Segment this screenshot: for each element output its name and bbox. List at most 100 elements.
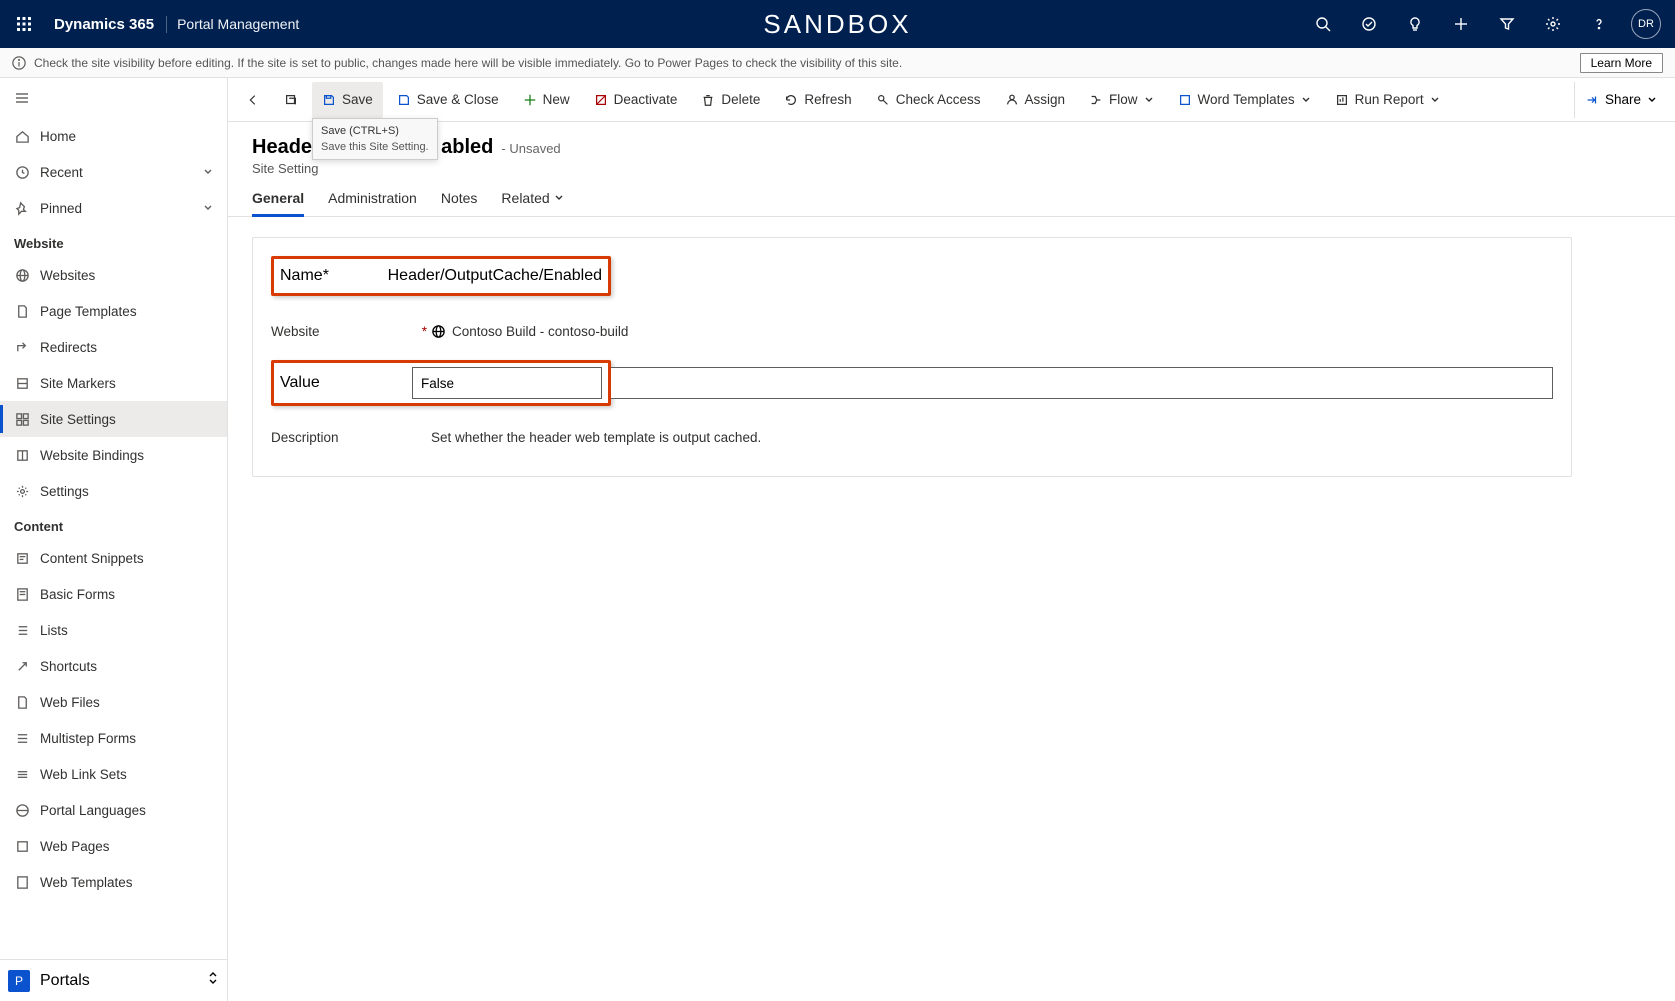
grid-icon [15, 412, 30, 427]
notification-text: Check the site visibility before editing… [34, 56, 902, 70]
multistep-icon [15, 731, 30, 746]
word-icon [1178, 93, 1192, 107]
language-icon [15, 803, 30, 818]
delete-button[interactable]: Delete [691, 82, 770, 118]
sidebar-item-home[interactable]: Home [0, 118, 227, 154]
check-access-button[interactable]: Check Access [866, 82, 991, 118]
learn-more-button[interactable]: Learn More [1580, 53, 1663, 73]
add-button[interactable] [1439, 0, 1483, 48]
sidebar-item-settings[interactable]: Settings [0, 473, 227, 509]
help-button[interactable] [1577, 0, 1621, 48]
tab-notes[interactable]: Notes [441, 190, 478, 216]
sidebar-item-portal-languages[interactable]: Portal Languages [0, 792, 227, 828]
sidebar-item-label: Shortcuts [40, 659, 97, 674]
field-value-name[interactable]: Header/OutputCache/Enabled [388, 263, 602, 289]
sidebar-item-web-files[interactable]: Web Files [0, 684, 227, 720]
shortcut-icon [15, 659, 30, 674]
chevron-down-icon [554, 193, 564, 203]
flow-button[interactable]: Flow [1079, 82, 1164, 118]
deactivate-button[interactable]: Deactivate [584, 82, 688, 118]
back-arrow-icon [246, 93, 260, 107]
main-area: Save Save (CTRL+S) Save this Site Settin… [228, 78, 1675, 1001]
hamburger-icon [14, 90, 30, 106]
new-button[interactable]: New [513, 82, 580, 118]
sidebar-item-multistep-forms[interactable]: Multistep Forms [0, 720, 227, 756]
field-label-value: Value [280, 374, 320, 391]
chevron-down-icon [1301, 95, 1311, 105]
row-value: Value [271, 360, 1553, 406]
assign-button[interactable]: Assign [995, 82, 1076, 118]
sidebar-item-label: Pinned [40, 201, 82, 216]
lightbulb-icon [1407, 16, 1423, 32]
sidebar-item-web-pages[interactable]: Web Pages [0, 828, 227, 864]
brand-label[interactable]: Dynamics 365 [42, 16, 167, 33]
open-new-window-button[interactable] [274, 82, 308, 118]
record-header: Header/Ou abled - Unsaved Site Setting [228, 122, 1675, 176]
cmd-label: Deactivate [614, 92, 678, 107]
word-templates-button[interactable]: Word Templates [1168, 82, 1321, 118]
field-label-name: Name [280, 267, 323, 284]
tooltip-title: Save (CTRL+S) [321, 125, 429, 137]
sidebar-item-label: Basic Forms [40, 587, 115, 602]
tab-general[interactable]: General [252, 190, 304, 216]
gear-icon [1545, 16, 1561, 32]
command-bar: Save Save (CTRL+S) Save this Site Settin… [228, 78, 1675, 122]
search-button[interactable] [1301, 0, 1345, 48]
sidebar-item-recent[interactable]: Recent [0, 154, 227, 190]
save-close-button[interactable]: Save & Close [387, 82, 509, 118]
sidebar-item-lists[interactable]: Lists [0, 612, 227, 648]
app-switcher[interactable]: P Portals [0, 959, 227, 1001]
sidebar-item-websites[interactable]: Websites [0, 257, 227, 293]
chevron-down-icon [203, 203, 213, 213]
task-button[interactable] [1347, 0, 1391, 48]
field-value-website[interactable]: Contoso Build - contoso-build [452, 324, 628, 339]
sidebar-item-label: Web Pages [40, 839, 110, 854]
sidebar-item-website-bindings[interactable]: Website Bindings [0, 437, 227, 473]
sidebar-item-pinned[interactable]: Pinned [0, 190, 227, 226]
sidebar-item-web-link-sets[interactable]: Web Link Sets [0, 756, 227, 792]
app-switch-label: Portals [40, 972, 90, 990]
nav-toggle[interactable] [0, 78, 227, 118]
sidebar-item-site-markers[interactable]: Site Markers [0, 365, 227, 401]
sidebar-item-web-templates[interactable]: Web Templates [0, 864, 227, 900]
sidebar-item-shortcuts[interactable]: Shortcuts [0, 648, 227, 684]
field-value-description[interactable]: Set whether the header web template is o… [431, 430, 761, 445]
sidebar-group-content: Content [0, 509, 227, 540]
chevron-down-icon [203, 167, 213, 177]
chevron-down-icon [1430, 95, 1440, 105]
snippet-icon [15, 551, 30, 566]
user-avatar[interactable]: DR [1631, 9, 1661, 39]
back-button[interactable] [236, 82, 270, 118]
app-switch-badge: P [8, 970, 30, 992]
sidebar-item-page-templates[interactable]: Page Templates [0, 293, 227, 329]
share-button[interactable]: Share [1574, 82, 1667, 118]
app-launcher-button[interactable] [6, 6, 42, 42]
flow-icon [1089, 93, 1103, 107]
field-input-value-extended[interactable] [611, 367, 1553, 399]
sidebar-item-label: Page Templates [40, 304, 137, 319]
refresh-button[interactable]: Refresh [774, 82, 861, 118]
run-report-button[interactable]: Run Report [1325, 82, 1450, 118]
sidebar-item-redirects[interactable]: Redirects [0, 329, 227, 365]
sidebar-item-content-snippets[interactable]: Content Snippets [0, 540, 227, 576]
cmd-label: Save & Close [417, 92, 499, 107]
ideas-button[interactable] [1393, 0, 1437, 48]
clock-icon [15, 165, 30, 180]
sidebar-item-label: Portal Languages [40, 803, 146, 818]
plus-icon [523, 93, 537, 107]
report-icon [1335, 93, 1349, 107]
settings-button[interactable] [1531, 0, 1575, 48]
row-description: Description Set whether the header web t… [271, 416, 1553, 458]
field-input-value[interactable] [412, 367, 602, 399]
sidebar-item-site-settings[interactable]: Site Settings [0, 401, 227, 437]
save-button[interactable]: Save Save (CTRL+S) Save this Site Settin… [312, 82, 383, 118]
sidebar-item-basic-forms[interactable]: Basic Forms [0, 576, 227, 612]
cmd-label: Check Access [896, 92, 981, 107]
filter-button[interactable] [1485, 0, 1529, 48]
tab-administration[interactable]: Administration [328, 190, 417, 216]
person-icon [1005, 93, 1019, 107]
list-icon [15, 623, 30, 638]
save-tooltip: Save (CTRL+S) Save this Site Setting. [312, 118, 438, 160]
tab-related[interactable]: Related [501, 190, 563, 216]
refresh-icon [784, 93, 798, 107]
